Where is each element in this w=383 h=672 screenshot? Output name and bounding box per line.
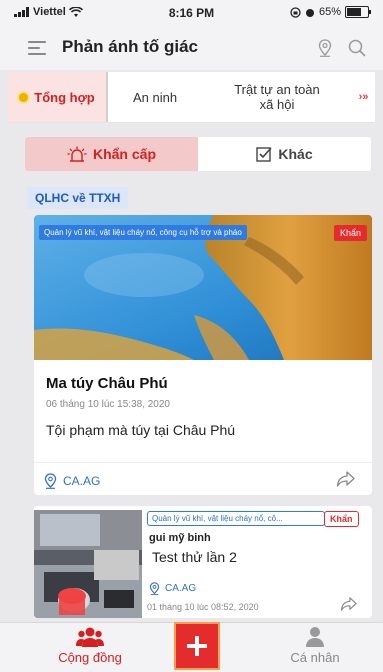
location-pin-icon <box>149 582 160 595</box>
category-tag: Quản lý vũ khí, vật liệu cháy nổ, cô... <box>147 511 325 526</box>
tab-trat-tu[interactable]: Trật tự an toàn xã hội <box>202 72 352 122</box>
urgent-badge: Khẩn <box>324 511 359 527</box>
nav-profile-label: Cá nhân <box>290 650 340 665</box>
alarm-icon <box>305 8 314 17</box>
status-right: 65% <box>290 6 371 18</box>
tab-an-ninh[interactable]: An ninh <box>108 72 202 122</box>
card-divider <box>34 462 372 463</box>
page-title: Phản ánh tố giác <box>62 37 199 56</box>
post-card[interactable]: Quản lý vũ khí, vật liệu cháy nổ, cô... … <box>34 506 372 618</box>
post-body: Test thử lần 2 <box>152 549 237 565</box>
type-segment-control: Khẩn cấp Khác <box>25 137 371 171</box>
rotation-lock-icon <box>290 6 301 18</box>
nav-profile[interactable]: Cá nhân <box>270 626 360 665</box>
segment-other-label: Khác <box>278 146 313 162</box>
post-title: Ma túy Châu Phú <box>46 375 168 392</box>
post-date: 01 tháng 10 lúc 08:52, 2020 <box>147 602 259 612</box>
battery-percent: 65% <box>318 6 341 18</box>
post-author: gui mỹ binh <box>149 532 211 544</box>
tab-label: ›» <box>358 90 369 103</box>
tab-label: An ninh <box>132 89 178 105</box>
segment-urgent-label: Khẩn cấp <box>92 146 156 162</box>
community-icon <box>76 627 104 647</box>
add-post-button[interactable] <box>174 622 220 670</box>
location-label: CA.AG <box>165 583 197 594</box>
segment-urgent[interactable]: Khẩn cấp <box>25 137 198 171</box>
siren-icon <box>67 146 87 162</box>
tabs-more-icon[interactable]: ›» <box>352 72 375 122</box>
location-label: CA.AG <box>63 474 101 488</box>
person-icon <box>306 627 324 647</box>
post-thumbnail <box>34 510 142 618</box>
post-body: Tội phạm mà túy tại Châu Phú <box>46 422 236 438</box>
battery-icon <box>345 6 371 18</box>
checkbox-icon <box>256 147 272 162</box>
post-location[interactable]: CA.AG <box>44 473 100 489</box>
battery-fill <box>347 8 362 16</box>
tab-label: Trật tự an toàn xã hội <box>234 82 320 112</box>
urgent-badge: Khẩn <box>333 225 367 241</box>
post-location[interactable]: CA.AG <box>149 582 196 595</box>
category-tabs: Tổng hợp An ninh Trật tự an toàn xã hội … <box>8 72 375 123</box>
section-label: QLHC về TTXH <box>27 187 129 209</box>
post-card[interactable]: Quản lý vũ khí, vật liệu cháy nổ, công c… <box>34 215 372 495</box>
location-pin-icon[interactable] <box>318 39 332 57</box>
nav-community-label: Cộng đồng <box>58 650 122 665</box>
app-header: Phản ánh tố giác <box>0 26 383 70</box>
category-tag: Quản lý vũ khí, vật liệu cháy nổ, công c… <box>39 225 247 240</box>
segment-other[interactable]: Khác <box>198 137 371 171</box>
location-pin-icon <box>44 473 57 489</box>
tab-tong-hop[interactable]: Tổng hợp <box>8 72 108 122</box>
sun-dot-icon <box>19 92 29 102</box>
search-icon[interactable] <box>348 39 366 57</box>
plus-icon <box>187 636 207 656</box>
status-bar: Viettel 8:16 PM 65% <box>0 0 383 26</box>
hamburger-menu-icon[interactable] <box>28 40 46 56</box>
bottom-nav: Cộng đồng Cá nhân <box>0 622 383 672</box>
share-icon[interactable] <box>340 596 358 612</box>
tab-label: Tổng hợp <box>34 89 95 105</box>
share-icon[interactable] <box>336 470 356 488</box>
post-date: 06 tháng 10 lúc 15:38, 2020 <box>46 399 170 410</box>
nav-community[interactable]: Cộng đồng <box>45 626 135 665</box>
